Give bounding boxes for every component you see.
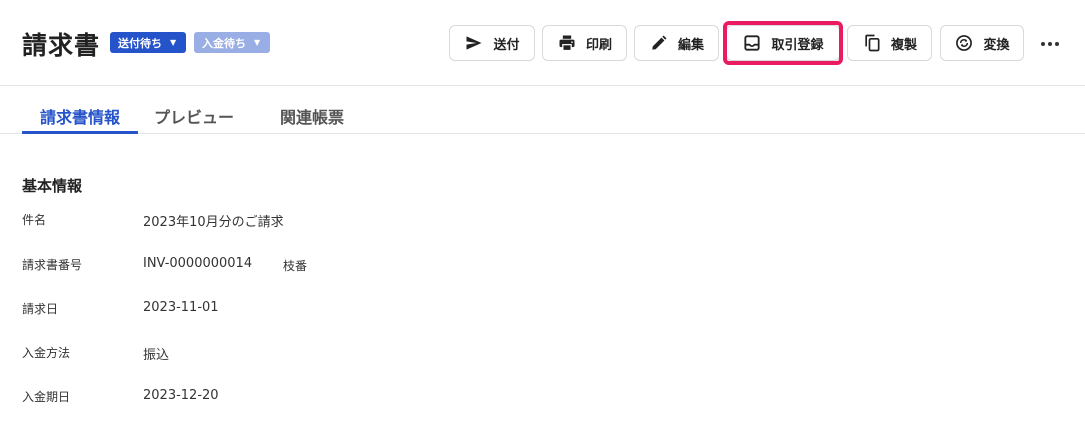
subject-label: 件名 [22,213,47,227]
tab-invoice-info[interactable]: 請求書情報 [22,104,138,134]
register-transaction-label: 取引登録 [771,37,824,53]
section-title-basic-info: 基本情報 [22,177,83,195]
page-header: 請求書 送付待ち ▼ 入金待ち ▼ 送付 印刷 編集 取引登録 複製 変換 [0,0,1085,86]
payment-status-dropdown[interactable]: 入金待ち ▼ [194,32,270,53]
edit-button-label: 編集 [677,37,704,53]
page-title: 請求書 [22,31,101,60]
send-button[interactable]: 送付 [449,25,535,61]
tab-bar: 請求書情報 プレビュー 関連帳票 [0,86,1085,134]
register-transaction-button[interactable]: 取引登録 [726,25,840,61]
branch-number-label: 枝番 [283,259,308,273]
tab-related-documents[interactable]: 関連帳票 [280,104,344,134]
convert-icon [956,35,973,51]
convert-button-label: 変換 [983,37,1010,53]
send-status-label: 送付待ち [118,36,162,50]
convert-button[interactable]: 変換 [940,25,1024,61]
payment-status-label: 入金待ち [202,36,246,50]
print-button-label: 印刷 [585,37,612,53]
send-status-dropdown[interactable]: 送付待ち ▼ [110,32,186,53]
invoice-number-label: 請求書番号 [22,258,83,272]
edit-button[interactable]: 編集 [634,25,719,61]
copy-icon [865,34,880,52]
inbox-icon [744,35,761,51]
copy-button[interactable]: 複製 [847,25,932,61]
more-options-icon[interactable] [1036,32,1064,56]
printer-icon [559,35,575,52]
invoice-date-value: 2023-11-01 [143,300,219,315]
copy-button-label: 複製 [890,37,917,53]
send-button-label: 送付 [493,37,520,53]
payment-due-value: 2023-12-20 [143,388,219,403]
send-icon [466,36,482,50]
payment-method-value: 振込 [143,348,170,363]
payment-method-label: 入金方法 [22,346,71,360]
print-button[interactable]: 印刷 [542,25,627,61]
chevron-down-icon: ▼ [170,38,177,47]
invoice-date-label: 請求日 [22,302,59,316]
invoice-number-value: INV-0000000014 [143,256,253,271]
pencil-icon [652,35,667,50]
tab-preview[interactable]: プレビュー [154,104,234,134]
chevron-down-icon: ▼ [254,38,261,47]
payment-due-label: 入金期日 [22,390,71,404]
subject-value: 2023年10月分のご請求 [143,215,284,230]
